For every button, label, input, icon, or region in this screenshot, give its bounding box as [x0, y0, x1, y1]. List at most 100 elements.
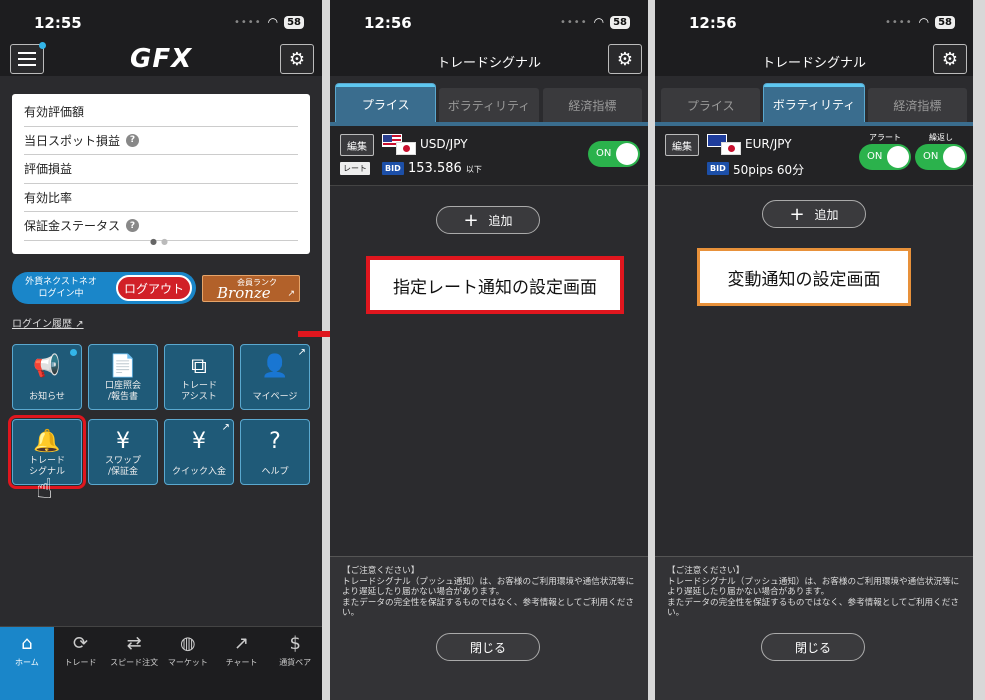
help-icon: ? [269, 429, 281, 454]
tab-currency-pair[interactable]: $ 通貨ペア [268, 627, 322, 700]
tab-price[interactable]: プライス [661, 88, 761, 122]
tab-home[interactable]: ⌂ ホーム [0, 627, 54, 700]
app-header: GFX ⚙ [0, 42, 322, 76]
notice-text: 【ご注意ください】 トレードシグナル（プッシュ通知）は、お客様のご利用環境や通信… [655, 556, 973, 700]
plus-icon: + [463, 209, 479, 231]
swap-coin-icon: ¥ [116, 429, 130, 454]
price-signal-screen: 12:56 •••• ◠ 58 トレードシグナル ⚙ プライス ボラティリティ … [330, 0, 648, 700]
login-status: 外貨ネクストネオ ログイン中 ログアウト [12, 272, 196, 304]
alert-label: アラート [869, 133, 901, 142]
tab-speed-order[interactable]: ⇄ スピード注文 [107, 627, 161, 700]
trade-assist-icon: ⧉ [191, 354, 207, 379]
tile-person[interactable]: 👤 マイページ ↗ [240, 344, 310, 410]
currency-flags [707, 134, 741, 156]
login-history-link[interactable]: ログイン履歴 ↗ [12, 315, 84, 330]
battery-icon: 58 [284, 15, 304, 29]
alert-toggle[interactable]: ON [859, 144, 911, 170]
currency-pair: USD/JPY [420, 137, 468, 151]
status-bar: 12:56 •••• ◠ 58 [330, 0, 648, 44]
signal-toggle[interactable]: ON [588, 141, 640, 167]
battery-icon: 58 [935, 15, 955, 29]
menu-tile-grid: 📢 お知らせ 📄 口座照会 /報告書 ⧉ トレード アシスト 👤 マイページ ↗ 🔔 トレード シグ… [8, 344, 312, 489]
rate-condition: 以下 [465, 165, 482, 174]
globe-icon: ◍ [179, 633, 196, 654]
external-link-icon: ↗ [75, 319, 84, 330]
bid-tag: BID [707, 162, 729, 175]
summary-row: 当日スポット損益? [24, 127, 298, 155]
home-icon: ⌂ [21, 633, 33, 654]
tile-megaphone[interactable]: 📢 お知らせ [12, 344, 82, 410]
member-rank-badge[interactable]: 会員ランク Bronze ↗ [202, 275, 300, 302]
bell-icon: 🔔 [33, 429, 61, 454]
help-icon[interactable]: ? [126, 219, 140, 233]
gear-icon: ⚙ [941, 48, 959, 70]
wifi-icon: ◠ [918, 15, 930, 29]
tile-quick-deposit[interactable]: ¥ クイック入金 ↗ [164, 419, 234, 485]
summary-row: 評価損益 [24, 155, 298, 184]
tile-report[interactable]: 📄 口座照会 /報告書 [88, 344, 158, 410]
tab-chart[interactable]: ↗ チャート [215, 627, 269, 700]
rate-tag: レート [340, 162, 370, 175]
megaphone-icon: 📢 [33, 354, 61, 379]
close-button[interactable]: 閉じる [761, 633, 865, 661]
tab-economic-indicators[interactable]: 経済指標 [542, 88, 642, 122]
notice-text: 【ご注意ください】 トレードシグナル（プッシュ通知）は、お客様のご利用環境や通信… [330, 556, 648, 700]
signal-icon: •••• [234, 16, 262, 28]
signal-icon: •••• [885, 16, 913, 28]
tile-help[interactable]: ? ヘルプ [240, 419, 310, 485]
signal-row: 編集 USD/JPY レート BID 153.586 以下 ON [330, 126, 648, 186]
tile-swap-coin[interactable]: ¥ スワップ /保証金 [88, 419, 158, 485]
status-time: 12:56 [364, 14, 412, 32]
bid-tag: BID [382, 162, 404, 175]
currency-pair-icon: $ [289, 633, 301, 654]
help-icon[interactable]: ? [126, 133, 140, 147]
tab-economic-indicators[interactable]: 経済指標 [867, 88, 967, 122]
volatility-signal-screen: 12:56 •••• ◠ 58 トレードシグナル ⚙ プライス ボラティリティ … [655, 0, 973, 700]
repeat-label: 繰返し [929, 133, 953, 142]
bottom-tab-bar: ⌂ ホーム ⟳ トレード ⇄ スピード注文 ◍ マーケット ↗ チャート $ 通貨ペア [0, 626, 322, 700]
gear-icon: ⚙ [616, 48, 634, 70]
trade-icon: ⟳ [72, 633, 89, 654]
tab-price[interactable]: プライス [336, 84, 436, 122]
chart-icon: ↗ [233, 633, 250, 654]
signal-icon: •••• [560, 16, 588, 28]
logout-button[interactable]: ログアウト [116, 275, 192, 301]
add-button[interactable]: + 追加 [436, 206, 540, 234]
tab-volatility[interactable]: ボラティリティ [439, 88, 539, 122]
account-summary-card[interactable]: 有効評価額 当日スポット損益? 評価損益 有効比率 保証金ステータス? ●● [12, 94, 310, 254]
home-screen: 12:55 •••• ◠ 58 GFX ⚙ 有効評価額 当日スポット損益? 評価損益… [0, 0, 322, 700]
japan-flag-icon [396, 142, 416, 155]
settings-button[interactable]: ⚙ [280, 44, 314, 74]
currency-pair: EUR/JPY [745, 137, 792, 151]
close-button[interactable]: 閉じる [436, 633, 540, 661]
notification-dot [39, 42, 46, 49]
tab-volatility[interactable]: ボラティリティ [764, 84, 864, 122]
currency-flags [382, 134, 416, 156]
edit-button[interactable]: 編集 [665, 134, 699, 156]
app-header: トレードシグナル ⚙ [655, 44, 973, 76]
summary-row: 有効評価額 [24, 98, 298, 127]
settings-button[interactable]: ⚙ [608, 44, 642, 74]
tab-trade[interactable]: ⟳ トレード [54, 627, 108, 700]
status-time: 12:56 [689, 14, 737, 32]
status-bar: 12:55 •••• ◠ 58 [0, 0, 322, 44]
tap-hand-icon: ☝ [36, 472, 54, 505]
add-button[interactable]: + 追加 [762, 200, 866, 228]
callout-price-setting: 指定レート通知の設定画面 [366, 256, 624, 314]
battery-icon: 58 [610, 15, 630, 29]
summary-row: 有効比率 [24, 184, 298, 212]
app-header: トレードシグナル ⚙ [330, 44, 648, 76]
report-icon: 📄 [109, 354, 137, 379]
tile-trade-assist[interactable]: ⧉ トレード アシスト [164, 344, 234, 410]
external-link-icon: ↗ [287, 289, 295, 299]
edit-button[interactable]: 編集 [340, 134, 374, 156]
gear-icon: ⚙ [288, 48, 306, 70]
signal-rate: 153.586 [408, 161, 462, 176]
repeat-toggle[interactable]: ON [915, 144, 967, 170]
settings-button[interactable]: ⚙ [933, 44, 967, 74]
external-link-icon: ↗ [221, 422, 230, 433]
page-indicator: ●● [150, 237, 172, 246]
notification-dot [70, 349, 77, 356]
menu-button[interactable] [10, 42, 46, 74]
tab-globe[interactable]: ◍ マーケット [161, 627, 215, 700]
